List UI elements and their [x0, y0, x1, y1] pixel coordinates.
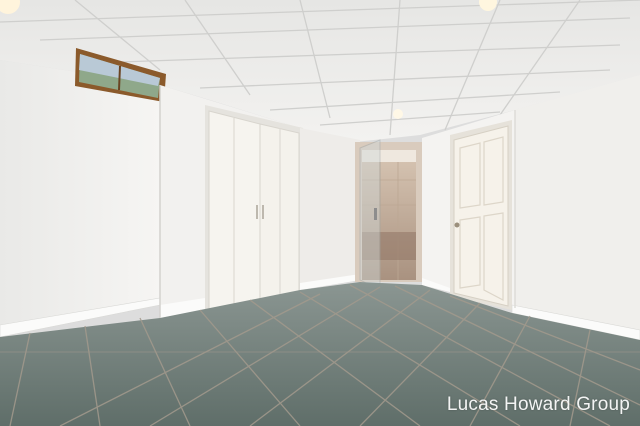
- walk-in-shower: [355, 139, 422, 291]
- room-illustration: [0, 0, 640, 426]
- closet-bifold-door: [205, 105, 303, 312]
- door-knob: [454, 222, 460, 228]
- bathroom-door: [450, 120, 512, 310]
- room-photo: Lucas Howard Group: [0, 0, 640, 426]
- watermark-text: Lucas Howard Group: [446, 394, 630, 415]
- left-wall: [0, 60, 160, 330]
